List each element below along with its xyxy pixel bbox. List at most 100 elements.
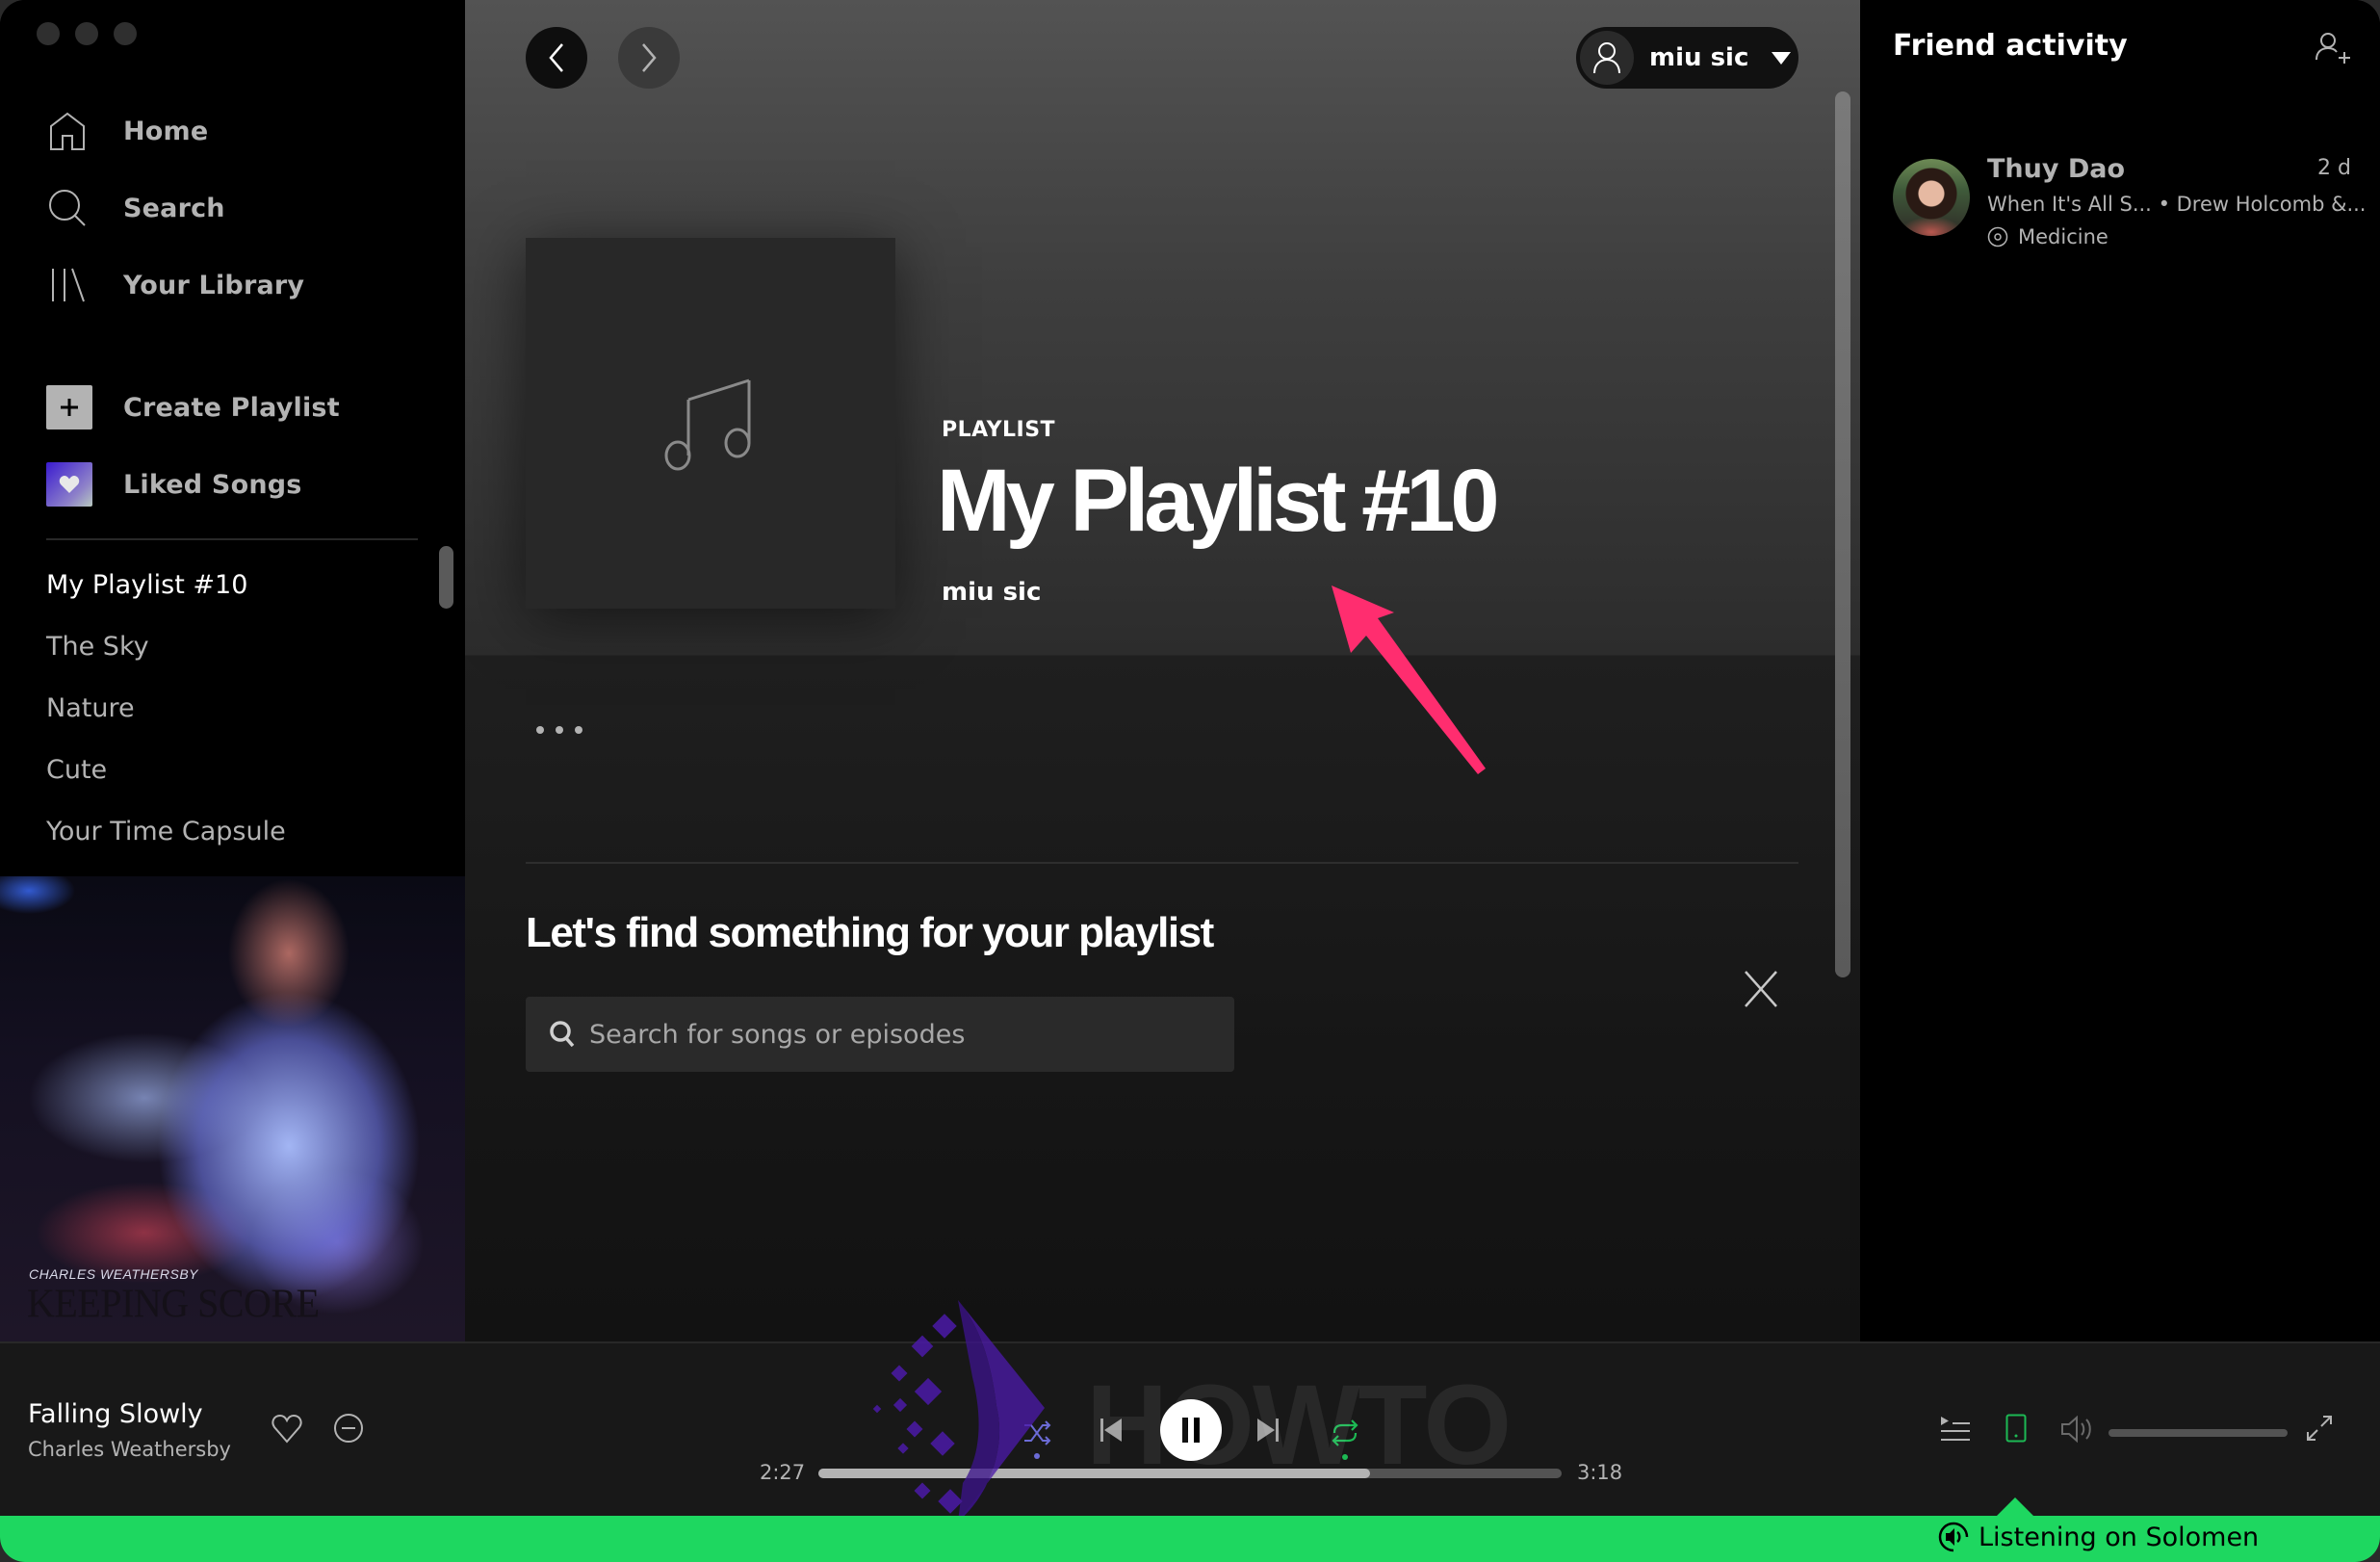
now-playing-album-art[interactable]: CHARLES WEATHERSBY KEEPING SCORE (0, 876, 465, 1341)
annotation-arrow-icon (1332, 586, 1486, 774)
more-options-button[interactable] (532, 722, 586, 738)
window-close-button[interactable] (37, 22, 60, 45)
dot-icon (536, 726, 544, 734)
sidebar-item-search[interactable]: Search (46, 179, 225, 237)
sidebar-item-label: Your Library (123, 270, 305, 300)
minus-circle-icon (334, 1414, 363, 1443)
plus-icon (46, 385, 92, 430)
friend-activity-time: 2 d (2317, 156, 2351, 180)
playlist-item[interactable]: Nature (46, 693, 135, 723)
search-icon (550, 1021, 575, 1048)
queue-icon (1941, 1417, 1970, 1441)
add-friend-icon (2315, 33, 2350, 64)
section-divider (526, 862, 1798, 864)
caret-down-icon (1772, 51, 1792, 65)
device-bar-notch (1996, 1497, 2034, 1517)
remove-button[interactable] (333, 1413, 364, 1447)
create-playlist-label: Create Playlist (123, 392, 340, 423)
friend-avatar[interactable] (1893, 159, 1970, 236)
create-playlist-button[interactable]: Create Playlist (46, 378, 340, 436)
forward-button[interactable] (618, 27, 680, 89)
now-playing-title[interactable]: Falling Slowly (28, 1399, 203, 1429)
friend-context-label: Medicine (2018, 225, 2108, 248)
fullscreen-button[interactable] (2305, 1414, 2334, 1443)
album-art-title: KEEPING SCORE (27, 1280, 320, 1327)
user-menu-button[interactable]: miu sic (1576, 27, 1798, 89)
separator: • (2158, 193, 2170, 216)
music-note-icon (664, 378, 751, 470)
playlist-item[interactable]: My Playlist #10 (46, 570, 247, 600)
now-playing-artist[interactable]: Charles Weathersby (28, 1438, 231, 1461)
friend-activity-item[interactable]: Thuy Dao 2 d When It's All S... • Drew H… (1889, 154, 2367, 260)
repeat-icon (1332, 1419, 1358, 1446)
close-icon (1745, 971, 1777, 1007)
dot-icon (575, 726, 582, 734)
sidebar-item-library[interactable]: Your Library (46, 256, 304, 314)
next-button[interactable] (1256, 1416, 1280, 1445)
pause-button[interactable] (1160, 1399, 1222, 1461)
volume-icon (2061, 1415, 2091, 1444)
like-button[interactable] (272, 1414, 302, 1447)
liked-songs-button[interactable]: Liked Songs (46, 456, 302, 513)
back-button[interactable] (526, 27, 587, 89)
playlist-type-label: PLAYLIST (942, 418, 1056, 442)
find-search-box[interactable] (526, 997, 1234, 1072)
chevron-right-icon (642, 43, 657, 72)
liked-songs-label: Liked Songs (123, 469, 302, 500)
friend-track-line: When It's All S... • Drew Holcomb &... (1987, 193, 2367, 216)
find-search-input[interactable] (589, 1019, 1234, 1050)
listening-on-device[interactable]: Listening on Solomen (1938, 1522, 2259, 1552)
dot-icon (556, 726, 563, 734)
duration-time: 3:18 (1577, 1461, 1623, 1484)
queue-button[interactable] (1939, 1413, 1972, 1445)
mute-button[interactable] (2060, 1413, 2095, 1445)
repeat-button[interactable] (1329, 1411, 1361, 1469)
sidebar-scrollbar[interactable] (439, 546, 453, 609)
speaker-icon (1938, 1522, 1969, 1552)
add-friend-button[interactable] (2315, 31, 2353, 65)
progress-bar[interactable] (818, 1469, 1562, 1478)
volume-slider[interactable] (2108, 1429, 2288, 1437)
playlist-item[interactable]: Your Time Capsule (46, 817, 286, 846)
playlist-item[interactable]: The Sky (46, 632, 149, 662)
sidebar-item-home[interactable]: Home (46, 102, 208, 160)
connect-device-button[interactable] (2003, 1409, 2030, 1447)
find-section-title: Let's find something for your playlist (526, 909, 1214, 956)
shuffle-icon (1024, 1420, 1051, 1445)
shuffle-indicator (1034, 1453, 1040, 1459)
friend-name[interactable]: Thuy Dao (1987, 154, 2125, 184)
page-title[interactable]: My Playlist #10 (937, 451, 1500, 552)
progress-fill (818, 1469, 1370, 1478)
home-icon (46, 110, 89, 152)
repeat-indicator (1342, 1454, 1348, 1460)
main-scrollbar[interactable] (1835, 91, 1850, 977)
friend-activity-panel: Friend activity Thuy Dao 2 d When It's A… (1860, 0, 2380, 1341)
friend-context[interactable]: Medicine (1987, 225, 2108, 248)
sidebar-divider (46, 538, 418, 540)
window-zoom-button[interactable] (114, 22, 137, 45)
playlist-cover[interactable] (526, 238, 895, 609)
album-icon (1987, 226, 2008, 247)
heart-outline-icon (272, 1414, 302, 1444)
window-minimize-button[interactable] (75, 22, 98, 45)
close-find-button[interactable] (1742, 968, 1780, 1010)
friend-track-title[interactable]: When It's All S... (1987, 193, 2152, 216)
shuffle-button[interactable] (1021, 1411, 1053, 1469)
skip-forward-icon (1257, 1419, 1279, 1442)
device-icon (2005, 1414, 2027, 1443)
playlist-item[interactable]: Cute (46, 755, 107, 785)
user-icon (1593, 42, 1620, 74)
user-avatar (1580, 31, 1634, 85)
previous-button[interactable] (1099, 1416, 1123, 1445)
heart-icon (46, 462, 92, 507)
search-icon (46, 187, 89, 229)
main-content: miu sic PLAYLIST My Playlist #10 miu sic… (465, 0, 1860, 1341)
spotify-window: Home Search Your Library Create Playlist… (0, 0, 2380, 1562)
sidebar-item-label: Search (123, 193, 225, 223)
friend-track-artist[interactable]: Drew Holcomb &... (2177, 193, 2367, 216)
user-name: miu sic (1649, 43, 1749, 72)
chevron-left-icon (549, 43, 563, 72)
playlist-owner-link[interactable]: miu sic (942, 578, 1041, 607)
expand-icon (2307, 1416, 2332, 1441)
library-icon (46, 264, 89, 306)
